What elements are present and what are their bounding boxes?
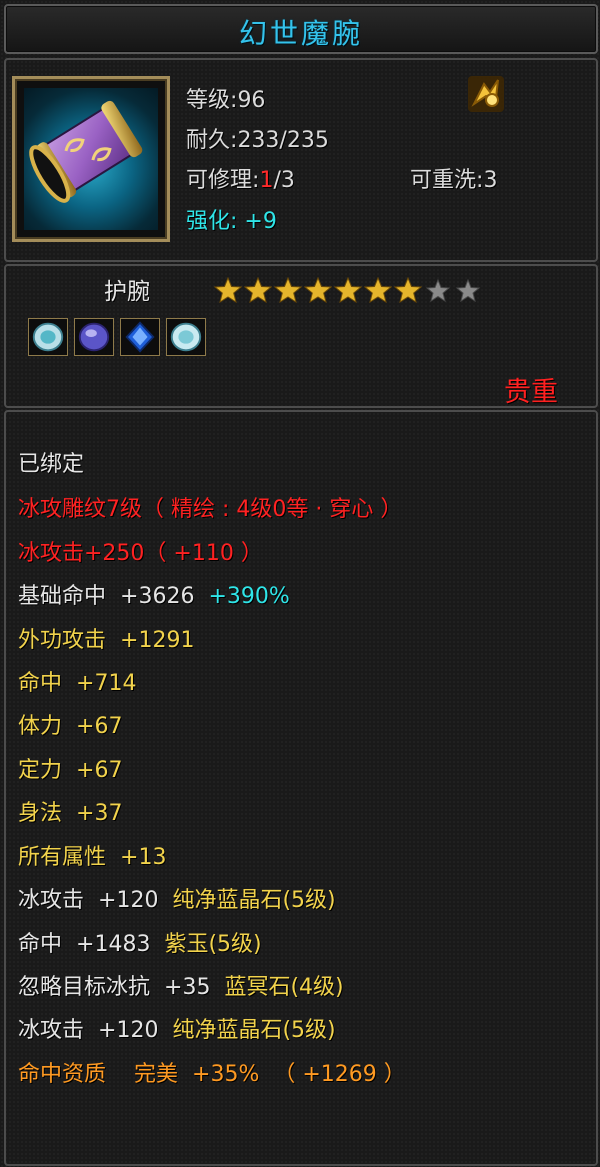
hit-value: +714	[76, 671, 137, 696]
gem3-level: (4级)	[290, 975, 344, 1000]
gem3-line: 忽略目标冰抗 +35 蓝冥石(4级)	[18, 969, 344, 1001]
rewash-row: 可重洗:3	[410, 168, 498, 193]
gem2-stat: 命中	[18, 932, 63, 957]
gem3-name: 蓝冥石	[224, 975, 291, 1000]
star-icon-empty	[425, 278, 451, 303]
outer-attack-line: 外功攻击 +1291	[18, 622, 194, 654]
star-icon-filled	[274, 277, 302, 303]
base-hit-value: +3626	[120, 584, 195, 609]
all-attr-label: 所有属性	[18, 845, 107, 870]
repair-max: /3	[273, 168, 295, 193]
star-icon-filled	[304, 277, 332, 303]
all-attr-line: 所有属性 +13	[18, 839, 166, 871]
item-icon-frame	[12, 76, 170, 242]
gem4-level: (5级)	[282, 1018, 336, 1043]
star-icon-filled	[364, 277, 392, 303]
stamina-value: +67	[76, 714, 123, 739]
stamina-label: 体力	[18, 714, 63, 739]
stamina-line: 体力 +67	[18, 708, 122, 740]
star-icon-filled	[214, 277, 242, 303]
gem4-value: +120	[98, 1018, 159, 1043]
gem2-value: +1483	[76, 932, 151, 957]
star-icon-filled	[334, 277, 362, 303]
base-hit-label: 基础命中	[18, 584, 107, 609]
base-hit-bonus: +390%	[208, 584, 290, 609]
item-title: 幻世魔腕	[238, 17, 363, 50]
ice-gem-icon[interactable]	[166, 318, 206, 356]
quality-value: +35%	[192, 1062, 260, 1087]
enhance-value: +9	[244, 209, 277, 234]
level-value: 96	[237, 88, 266, 113]
gem3-value: +35	[164, 975, 211, 1000]
bracer-icon	[24, 88, 158, 230]
gem1-value: +120	[98, 888, 159, 913]
gem4-line: 冰攻击 +120 纯净蓝晶石(5级)	[18, 1012, 336, 1044]
durability-row: 耐久:233/235	[186, 128, 329, 153]
repair-row: 可修理:1/3	[186, 168, 295, 193]
focus-value: +67	[76, 758, 123, 783]
focus-line: 定力 +67	[18, 752, 122, 784]
hit-line: 命中 +714	[18, 665, 136, 697]
outer-attack-value: +1291	[120, 628, 195, 653]
gem4-name: 纯净蓝晶石	[172, 1018, 283, 1043]
item-type: 护腕	[104, 279, 150, 305]
repair-label: 可修理	[186, 168, 253, 193]
star-icon-filled	[394, 277, 422, 303]
agility-line: 身法 +37	[18, 795, 122, 827]
blue-gem-icon[interactable]	[120, 318, 160, 356]
durability-label: 耐久	[186, 128, 231, 153]
gem2-name: 紫玉	[164, 932, 209, 957]
gold-badge-icon[interactable]	[466, 74, 506, 114]
quality-grade: 完美	[134, 1062, 179, 1087]
level-label: 等级	[186, 88, 231, 113]
level-row: 等级:96	[186, 88, 266, 113]
purple-gem-icon[interactable]	[74, 318, 114, 356]
attributes-panel	[4, 410, 598, 1166]
gem1-stat: 冰攻击	[18, 888, 85, 913]
focus-label: 定力	[18, 758, 63, 783]
star-rating	[214, 277, 482, 303]
gem2-line: 命中 +1483 紫玉(5级)	[18, 926, 262, 958]
quality-line: 命中资质 完美 +35% （ +1269 ）	[18, 1056, 406, 1088]
durability-value: 233/235	[237, 128, 329, 153]
star-icon-empty	[455, 278, 481, 303]
gem1-line: 冰攻击 +120 纯净蓝晶石(5级)	[18, 882, 336, 914]
star-icon-filled	[244, 277, 272, 303]
title-bar: 幻世魔腕	[4, 4, 598, 54]
rarity-label: 贵重	[504, 377, 558, 408]
gem1-level: (5级)	[282, 888, 336, 913]
rewash-label: 可重洗	[410, 168, 477, 193]
agility-value: +37	[76, 801, 123, 826]
hit-label: 命中	[18, 671, 63, 696]
gem3-stat: 忽略目标冰抗	[18, 975, 151, 1000]
ice-gem-icon[interactable]	[28, 318, 68, 356]
outer-attack-label: 外功攻击	[18, 628, 107, 653]
repair-current: 1	[259, 168, 274, 193]
base-hit-line: 基础命中 +3626 +390%	[18, 578, 290, 610]
gem2-level: (5级)	[208, 932, 262, 957]
agility-label: 身法	[18, 801, 63, 826]
all-attr-value: +13	[120, 845, 167, 870]
quality-bonus: （ +1269 ）	[273, 1062, 406, 1087]
gem1-name: 纯净蓝晶石	[172, 888, 283, 913]
engrave-line: 冰攻雕纹7级（ 精绘 : 4级0等 · 穿心 ）	[18, 497, 403, 522]
enhance-label: 强化	[186, 209, 231, 234]
ice-attack-line: 冰攻击+250（ +110 ）	[18, 541, 263, 566]
gem-slots	[28, 318, 206, 356]
quality-label: 命中资质	[18, 1062, 107, 1087]
bound-status: 已绑定	[18, 452, 85, 477]
gem4-stat: 冰攻击	[18, 1018, 85, 1043]
enhance-row: 强化: +9	[186, 209, 277, 234]
rewash-value: 3	[483, 168, 498, 193]
